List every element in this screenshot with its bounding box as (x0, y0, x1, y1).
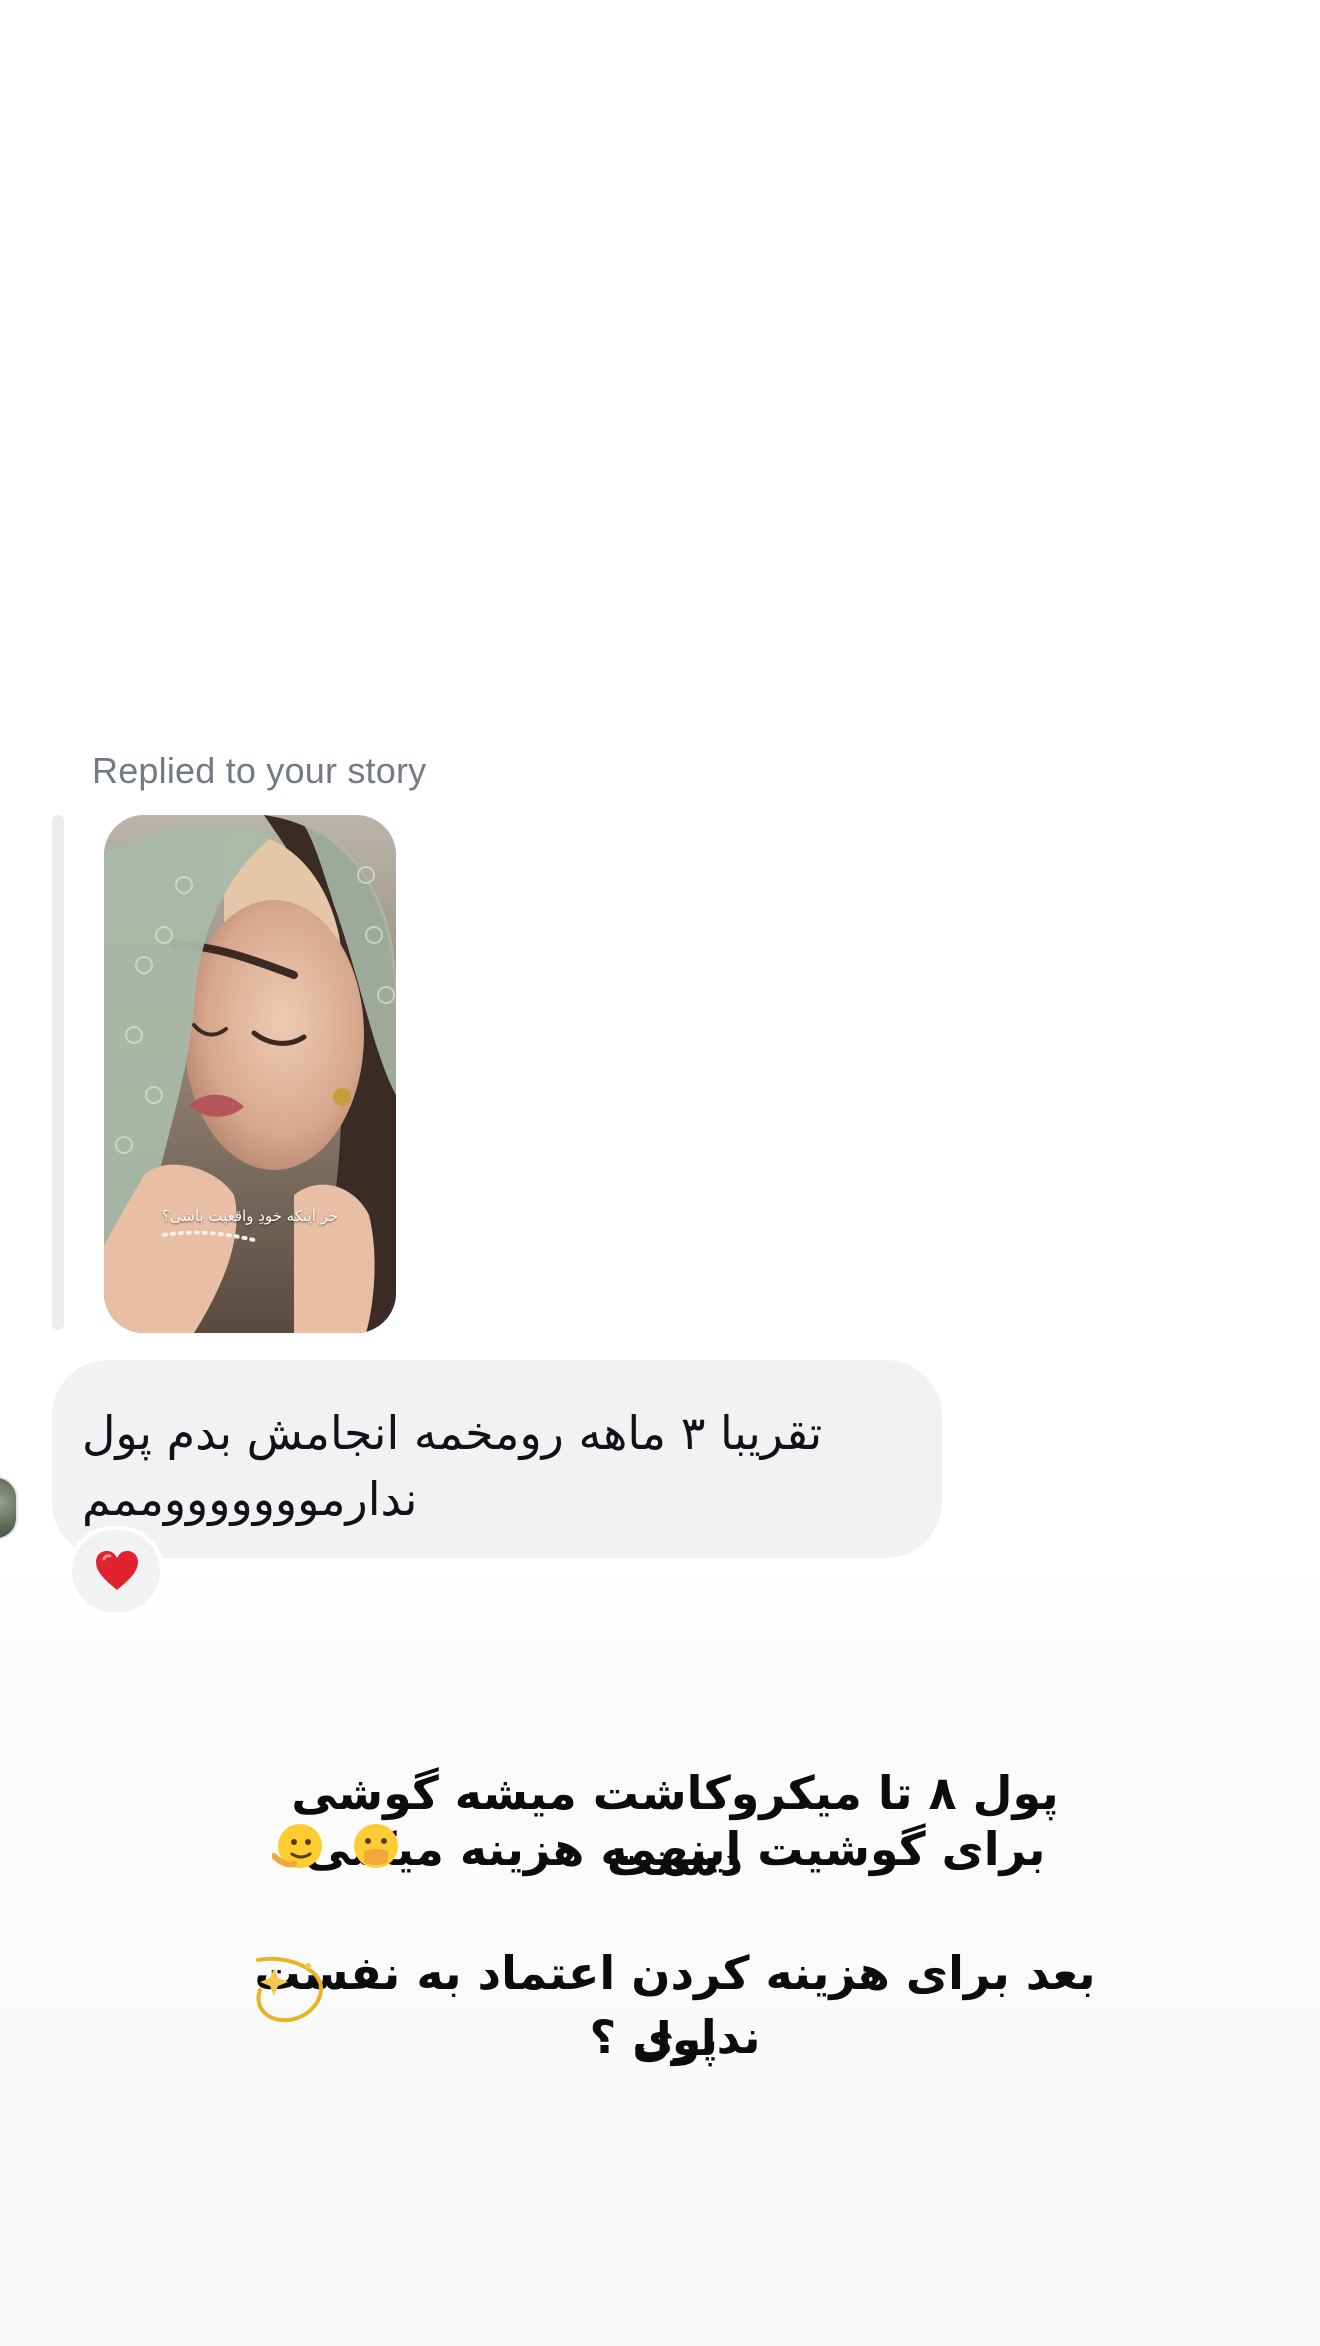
story-overlay-line-2-text: برای گوشیت اینهمه هزینه میکنی (304, 1822, 1046, 1876)
heart-reaction[interactable] (68, 1526, 164, 1616)
story-caption: جز اینکه خودِ واقعیت باشی؟ (161, 1207, 339, 1225)
gold-sparkle-sticker-icon (256, 1956, 324, 2023)
saluting-face-emoji-icon (272, 1824, 322, 1868)
message-line-1: تقریبا ۳ ماهه رومخمه انجامش بدم پول (82, 1406, 823, 1460)
sender-avatar[interactable] (0, 1476, 18, 1540)
story-overlay-line-4: نداری ؟ (589, 2010, 761, 2064)
message-line-2: ندارموووووووممم (82, 1472, 418, 1526)
heart-icon (96, 1551, 138, 1590)
message-bubble[interactable]: تقریبا ۳ ماهه رومخمه انجامش بدم پول ندار… (52, 1360, 942, 1558)
reply-quote-bar (52, 815, 64, 1330)
message-text: تقریبا ۳ ماهه رومخمه انجامش بدم پول ندار… (82, 1400, 932, 1532)
replied-to-story-label: Replied to your story (92, 750, 427, 791)
story-thumbnail[interactable]: جز اینکه خودِ واقعیت باشی؟ (104, 815, 396, 1333)
hand-over-mouth-emoji-icon (354, 1824, 398, 1868)
story-image (104, 815, 396, 1333)
